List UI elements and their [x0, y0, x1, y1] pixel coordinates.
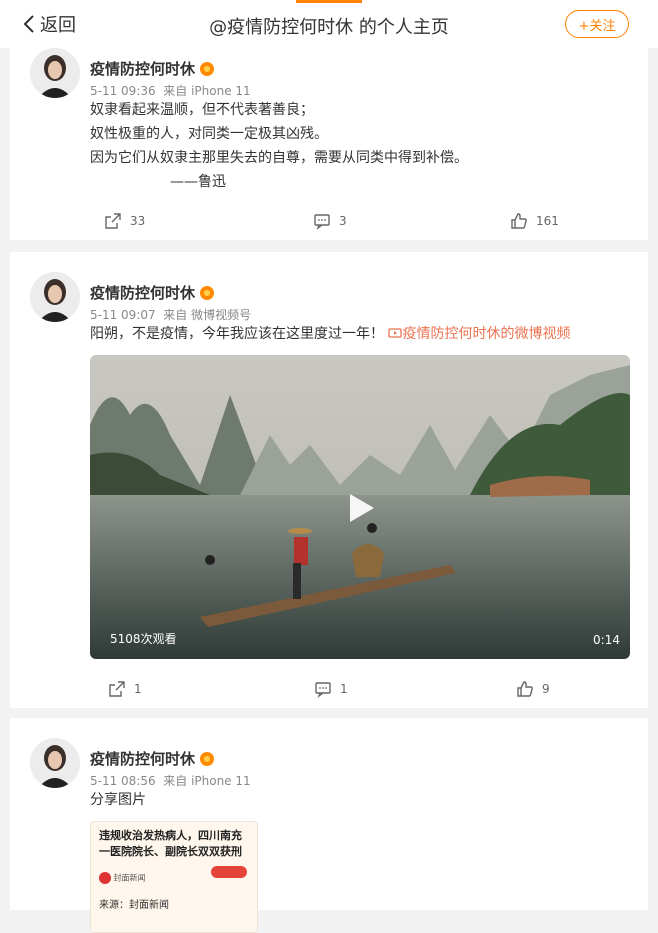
- post-text-line: 因为它们从奴隶主那里失去的自尊，需要从同类中得到补偿。: [90, 150, 468, 166]
- post-meta: 5-11 09:36 来自 iPhone 11: [90, 82, 251, 99]
- post-source: 来自 iPhone 11: [163, 774, 251, 788]
- repost-icon: [105, 213, 121, 229]
- page-title: @疫情防控何时休 的个人主页: [209, 17, 449, 38]
- avatar[interactable]: [30, 272, 80, 322]
- video-link-icon: [388, 328, 403, 338]
- post-source: 来自 微博视频号: [163, 308, 252, 322]
- post-text-line: 奴性极重的人，对同类一定极其凶残。: [90, 126, 328, 142]
- accent-line: [296, 0, 362, 3]
- post-text: 阳朔，不是疫情，今年我应该在这里度过一年！ 疫情防控何时休的微博视频: [90, 326, 571, 342]
- post-time: 5-11 08:56: [90, 774, 156, 788]
- image-headline: 违规收治发热病人，四川南充一医院院长、副院长双双获刑: [99, 829, 242, 858]
- vip-badge-icon: [200, 751, 215, 766]
- video-link[interactable]: 疫情防控何时休的微博视频: [388, 326, 570, 342]
- post-meta: 5-11 08:56 来自 iPhone 11: [90, 772, 251, 789]
- thumbs-up-icon: [517, 681, 533, 697]
- user-name[interactable]: 疫情防控何时休: [90, 58, 215, 79]
- repost-button[interactable]: 1: [108, 680, 142, 698]
- post-actions: 1 1 9: [10, 680, 648, 700]
- image-outlet-row: 封面新闻: [99, 872, 146, 884]
- video-duration: 0:14: [593, 633, 620, 647]
- image-follow-pill: [211, 866, 247, 878]
- follow-button[interactable]: +关注: [565, 10, 629, 38]
- avatar[interactable]: [30, 738, 80, 788]
- play-icon[interactable]: [343, 491, 377, 525]
- image-source: 来源：封面新闻: [99, 900, 169, 911]
- like-button[interactable]: 9: [516, 680, 550, 698]
- vip-badge-icon: [200, 285, 215, 300]
- comment-icon: [314, 214, 330, 230]
- chevron-left-icon: [23, 15, 34, 33]
- repost-icon: [109, 681, 125, 697]
- shared-image[interactable]: 违规收治发热病人，四川南充一医院院长、副院长双双获刑 封面新闻 来源：封面新闻: [90, 821, 258, 933]
- post-actions: 33 3 161: [10, 212, 648, 232]
- comment-button[interactable]: 1: [314, 680, 348, 698]
- post-meta: 5-11 09:07 来自 微博视频号: [90, 306, 251, 323]
- post-time: 5-11 09:36: [90, 84, 156, 98]
- thumbs-up-icon: [511, 213, 527, 229]
- post-card: 疫情防控何时休 5-11 08:56 来自 iPhone 11 分享图片 违规收…: [10, 718, 648, 933]
- back-label: 返回: [40, 15, 76, 36]
- post-text-line: 奴隶看起来温顺，但不代表著善良；: [90, 102, 314, 118]
- comment-button[interactable]: 3: [313, 212, 347, 230]
- post-text: 分享图片: [90, 792, 146, 808]
- back-button[interactable]: 返回: [22, 10, 76, 38]
- video-view-count: 5108次观看: [110, 632, 177, 646]
- top-bar: 返回 @疫情防控何时休 的个人主页 +关注: [0, 0, 658, 48]
- post-card: 疫情防控何时休 5-11 09:07 来自 微博视频号 阳朔，不是疫情，今年我应…: [10, 252, 648, 708]
- user-name[interactable]: 疫情防控何时休: [90, 748, 215, 769]
- post-source: 来自 iPhone 11: [163, 84, 251, 98]
- user-name[interactable]: 疫情防控何时休: [90, 282, 215, 303]
- post-card: 疫情防控何时休 5-11 09:36 来自 iPhone 11 奴隶看起来温顺，…: [10, 48, 648, 240]
- image-outlet: 封面新闻: [113, 873, 146, 883]
- like-button[interactable]: 161: [510, 212, 559, 230]
- comment-icon: [315, 682, 331, 698]
- repost-button[interactable]: 33: [104, 212, 145, 230]
- post-text-line: ——鲁迅: [170, 174, 226, 190]
- vip-badge-icon: [200, 61, 215, 76]
- avatar[interactable]: [30, 48, 80, 98]
- post-time: 5-11 09:07: [90, 308, 156, 322]
- video-player[interactable]: 5108次观看 0:14: [90, 355, 630, 659]
